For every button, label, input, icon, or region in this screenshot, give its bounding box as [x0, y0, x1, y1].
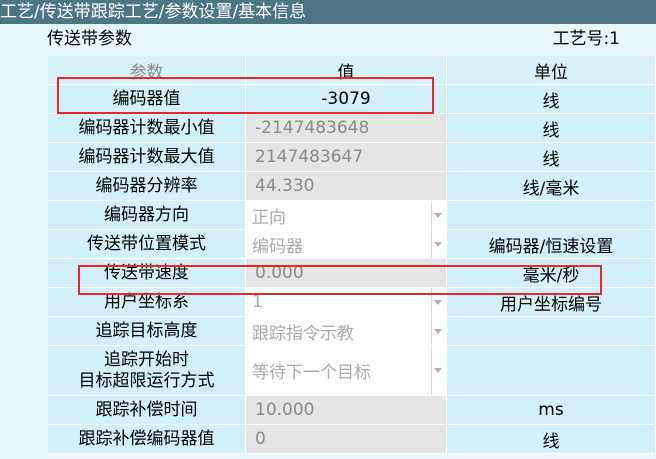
- row-unit: 线/毫米: [447, 172, 656, 201]
- row-label-encoder-value: 编码器值: [48, 85, 246, 114]
- encoder-value-field[interactable]: -3079: [246, 85, 447, 114]
- column-header-value: 值: [246, 56, 447, 85]
- select-value: 等待下一个目标: [252, 363, 371, 383]
- column-header-param: 参数: [48, 56, 246, 85]
- section-title: 传送带参数: [47, 29, 132, 49]
- row-unit: [447, 201, 656, 230]
- label-line: 目标超限运行方式: [78, 370, 215, 391]
- label-line: 追踪开始时: [104, 349, 189, 370]
- encoder-min-field: -2147483648: [246, 114, 447, 143]
- chevron-down-icon[interactable]: [431, 317, 444, 345]
- row-unit: ms: [447, 396, 656, 425]
- user-coordinate-select[interactable]: 1: [246, 288, 447, 317]
- row-label-overrun-mode: 追踪开始时 目标超限运行方式: [48, 346, 246, 396]
- position-mode-select[interactable]: 编码器: [246, 230, 447, 259]
- chevron-down-icon[interactable]: [431, 201, 444, 229]
- row-unit: 线: [447, 425, 656, 454]
- row-label-encoder-resolution: 编码器分辨率: [48, 172, 246, 201]
- conveyor-param-table: 参数 值 单位 编码器值 -3079 线 编码器计数最小值 -214748364…: [48, 56, 656, 454]
- process-number: 工艺号:1: [552, 29, 620, 49]
- row-unit: [447, 346, 656, 396]
- select-value: 编码器: [252, 236, 303, 257]
- row-unit: 编码器/恒速设置: [447, 230, 656, 259]
- column-header-unit: 单位: [447, 56, 656, 85]
- row-label-encoder-max: 编码器计数最大值: [48, 143, 246, 172]
- row-unit: 毫米/秒: [447, 259, 656, 288]
- overrun-mode-select[interactable]: 等待下一个目标: [246, 346, 447, 396]
- chevron-down-icon[interactable]: [431, 346, 444, 395]
- row-unit: 线: [447, 114, 656, 143]
- row-unit: 线: [447, 143, 656, 172]
- row-label-position-mode: 传送带位置模式: [48, 230, 246, 259]
- encoder-direction-select[interactable]: 正向: [246, 201, 447, 230]
- chevron-down-icon[interactable]: [431, 230, 444, 258]
- encoder-resolution-field: 44.330: [246, 172, 447, 201]
- row-label-conveyor-speed: 传送带速度: [48, 259, 246, 288]
- row-unit: [447, 317, 656, 346]
- row-label-target-height: 追踪目标高度: [48, 317, 246, 346]
- row-unit: 用户坐标编号: [447, 288, 656, 317]
- row-label-comp-encoder: 跟踪补偿编码器值: [48, 425, 246, 454]
- row-label-encoder-min: 编码器计数最小值: [48, 114, 246, 143]
- row-unit: 线: [447, 85, 656, 114]
- select-value: 跟踪指令示教: [252, 323, 354, 344]
- row-label-user-coordinate: 用户坐标系: [48, 288, 246, 317]
- title-bar: 工艺/传送带跟踪工艺/参数设置/基本信息: [0, 0, 656, 24]
- encoder-max-field: 2147483647: [246, 143, 447, 172]
- select-value: 正向: [252, 207, 286, 228]
- row-label-comp-time: 跟踪补偿时间: [48, 396, 246, 425]
- target-height-select[interactable]: 跟踪指令示教: [246, 317, 447, 346]
- select-value: 1: [252, 292, 263, 312]
- breadcrumb: 工艺/传送带跟踪工艺/参数设置/基本信息: [0, 2, 307, 22]
- conveyor-speed-field: 0.000: [246, 259, 447, 288]
- chevron-down-icon[interactable]: [431, 288, 444, 316]
- row-label-encoder-direction: 编码器方向: [48, 201, 246, 230]
- comp-encoder-field: 0: [246, 425, 447, 454]
- comp-time-field: 10.000: [246, 396, 447, 425]
